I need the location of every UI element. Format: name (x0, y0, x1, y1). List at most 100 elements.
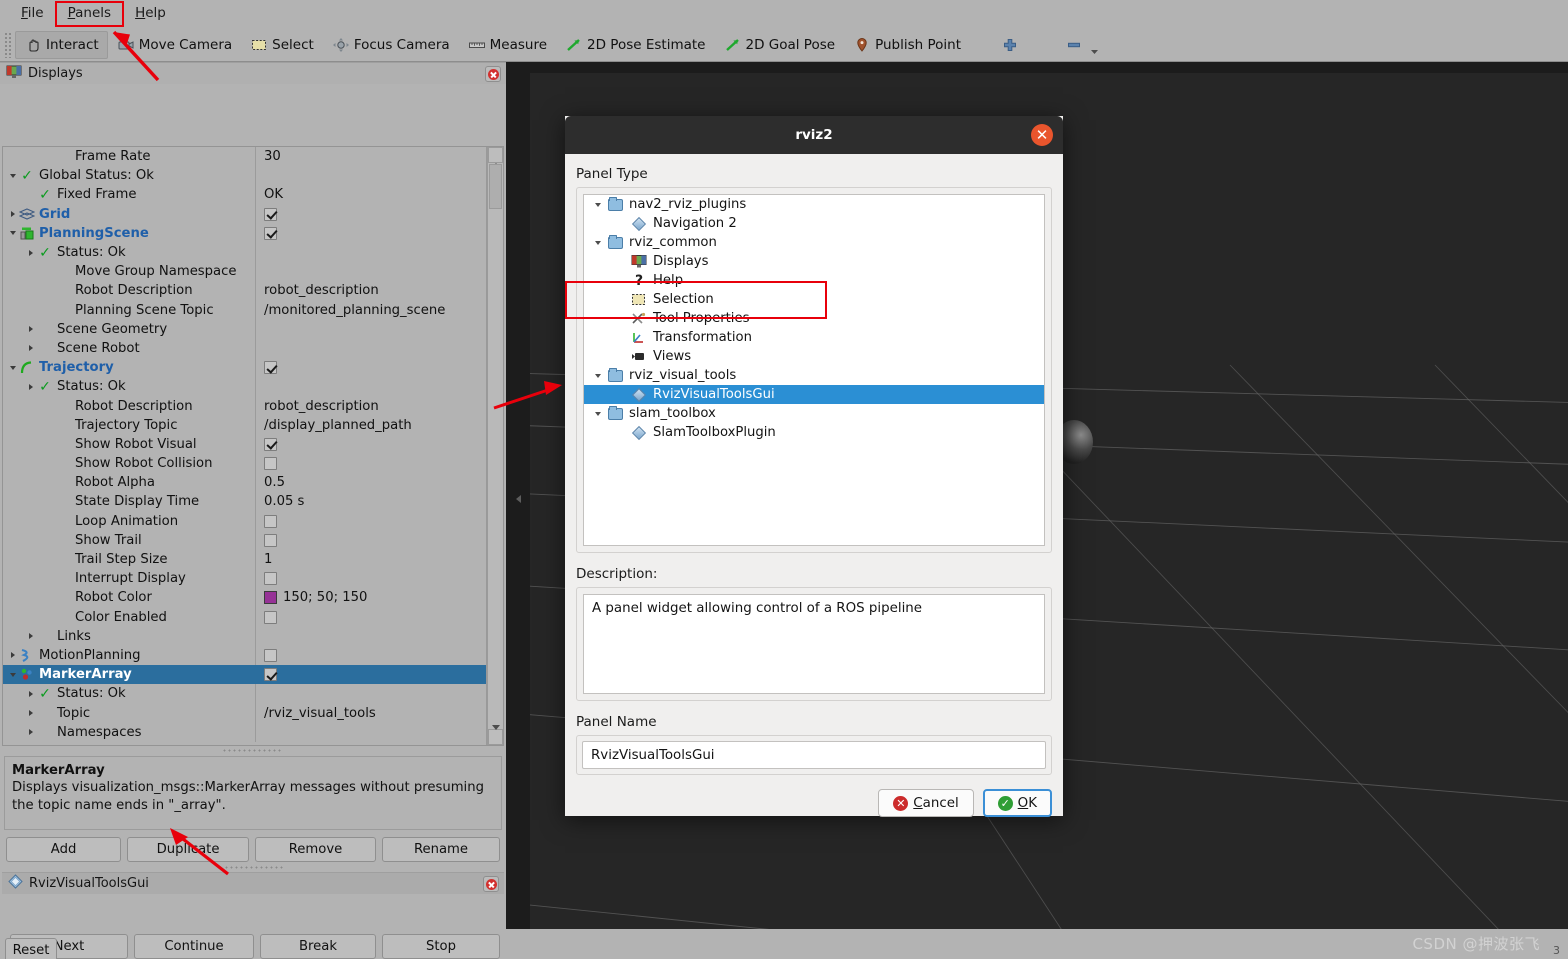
display-value-cell[interactable]: /display_planned_path (255, 415, 486, 435)
display-value-cell[interactable] (255, 262, 486, 282)
display-value-cell[interactable]: 0.05 s (255, 492, 486, 512)
break-button[interactable]: Break (260, 934, 376, 959)
scrollbar-thumb[interactable] (489, 164, 502, 209)
display-value-cell[interactable] (255, 511, 486, 531)
chevron-right-icon[interactable] (7, 205, 19, 224)
chevron-right-icon[interactable] (25, 339, 37, 358)
display-tree-row[interactable]: Interrupt Display (3, 569, 486, 589)
display-value-cell[interactable] (255, 645, 486, 666)
display-tree-row[interactable]: ✓ Status: Ok (3, 242, 486, 263)
chevron-right-icon[interactable] (25, 684, 37, 703)
tool-remove[interactable] (1056, 31, 1099, 59)
panel-type-row[interactable]: Views (584, 347, 1044, 366)
chevron-right-icon[interactable] (25, 243, 37, 262)
display-enable-checkbox[interactable] (264, 361, 277, 375)
display-tree-row[interactable]: Trail Step Size 1 (3, 549, 486, 570)
panel-splitter[interactable] (222, 748, 282, 754)
display-enable-checkbox[interactable] (264, 648, 277, 662)
display-tree-row[interactable]: Robot Alpha 0.5 (3, 473, 486, 493)
chevron-right-icon[interactable] (25, 320, 37, 339)
displays-tree-scrollbar[interactable] (487, 147, 503, 745)
chevron-down-icon[interactable] (7, 665, 19, 684)
stop-button[interactable]: Stop (382, 934, 500, 959)
dialog-titlebar[interactable]: rviz2 ✕ (565, 116, 1063, 154)
reset-button[interactable]: Reset (5, 938, 57, 959)
dock-splitter[interactable] (224, 865, 284, 871)
display-tree-row[interactable]: Loop Animation (3, 511, 486, 531)
panel-type-row[interactable]: rviz_common (584, 233, 1044, 252)
display-tree-row[interactable]: Namespaces (3, 722, 486, 742)
display-tree-row[interactable]: State Display Time 0.05 s (3, 492, 486, 512)
display-value-cell[interactable]: robot_description (255, 281, 486, 301)
display-value-cell[interactable] (255, 204, 486, 224)
panel-type-row[interactable]: rviz_visual_tools (584, 366, 1044, 385)
chevron-right-icon[interactable] (25, 703, 37, 722)
close-icon[interactable] (483, 876, 499, 892)
panel-type-tree[interactable]: nav2_rviz_plugins Navigation 2 rviz_common… (583, 194, 1045, 546)
display-value-cell[interactable]: /monitored_planning_scene (255, 300, 486, 320)
display-value-cell[interactable]: robot_description (255, 396, 486, 416)
display-tree-row[interactable]: Show Robot Visual (3, 434, 486, 454)
display-value-cell[interactable] (255, 684, 486, 704)
menu-file[interactable]: File (10, 3, 55, 25)
display-tree-row[interactable]: Grid (3, 204, 486, 224)
toolbar-grip[interactable] (4, 31, 13, 58)
display-tree-row[interactable]: PlanningScene (3, 223, 486, 243)
display-tree-row[interactable]: Robot Color 150; 50; 150 (3, 588, 486, 608)
dock-collapse-handle[interactable] (512, 490, 524, 508)
display-tree-row[interactable]: Robot Description robot_description (3, 396, 486, 416)
chevron-down-icon[interactable] (7, 358, 19, 377)
display-enable-checkbox[interactable] (264, 437, 277, 451)
display-tree-row[interactable]: Frame Rate 30 (3, 147, 486, 167)
tool-select[interactable]: Select (241, 31, 323, 59)
remove-button[interactable]: Remove (255, 837, 376, 862)
panel-type-row[interactable]: Selection (584, 290, 1044, 309)
display-enable-checkbox[interactable] (264, 572, 277, 586)
display-enable-checkbox[interactable] (264, 668, 277, 682)
display-value-cell[interactable]: /rviz_visual_tools (255, 703, 486, 723)
scroll-up-button[interactable] (488, 147, 503, 163)
display-value-cell[interactable] (255, 358, 486, 378)
chevron-down-icon[interactable] (7, 224, 19, 243)
display-value-cell[interactable] (255, 377, 486, 397)
display-value-cell[interactable] (255, 338, 486, 359)
chevron-right-icon[interactable] (25, 377, 37, 396)
panel-type-row-selected[interactable]: RvizVisualToolsGui (584, 385, 1044, 404)
chevron-right-icon[interactable] (7, 646, 19, 665)
display-value-cell[interactable] (255, 454, 486, 474)
scroll-down-button[interactable] (488, 729, 503, 745)
duplicate-button[interactable]: Duplicate (127, 837, 250, 862)
display-tree-row[interactable]: ✓ Status: Ok (3, 684, 486, 704)
display-enable-checkbox[interactable] (264, 533, 277, 547)
close-icon[interactable] (485, 66, 501, 82)
display-value-cell[interactable]: 30 (255, 147, 486, 167)
tool-move-camera[interactable]: Move Camera (108, 31, 241, 59)
display-value-cell[interactable] (255, 722, 486, 742)
tool-add[interactable] (992, 31, 1032, 59)
panel-type-row[interactable]: Transformation (584, 328, 1044, 347)
display-tree-row[interactable]: Trajectory Topic/display_planned_path (3, 415, 486, 435)
displays-tree[interactable]: Frame Rate 30 ✓ Global Status: Ok ✓ Fixed Fra… (3, 147, 487, 745)
display-tree-row[interactable]: Move Group Namespace (3, 262, 486, 282)
display-tree-row[interactable]: Color Enabled (3, 607, 486, 627)
panel-type-row[interactable]: ? Help (584, 271, 1044, 290)
add-button[interactable]: Add (6, 837, 122, 862)
display-value-cell[interactable] (255, 607, 486, 627)
tool-focus-camera[interactable]: Focus Camera (323, 31, 459, 59)
close-icon[interactable]: ✕ (1031, 124, 1053, 146)
display-tree-row[interactable]: ✓ Fixed Frame OK (3, 185, 486, 205)
display-value-cell[interactable] (255, 434, 486, 454)
display-value-cell[interactable]: 150; 50; 150 (255, 588, 486, 608)
display-value-cell[interactable]: 1 (255, 549, 486, 570)
tool-publish-point[interactable]: Publish Point (844, 31, 970, 59)
panel-type-row[interactable]: nav2_rviz_plugins (584, 195, 1044, 214)
display-tree-row[interactable]: Scene Geometry (3, 319, 486, 339)
display-enable-checkbox[interactable] (264, 514, 277, 528)
ok-button[interactable]: ✓ OK (982, 789, 1052, 817)
display-tree-row[interactable]: MarkerArray (3, 665, 486, 685)
color-swatch[interactable] (264, 591, 277, 605)
display-value-cell[interactable] (255, 223, 486, 243)
chevron-right-icon[interactable] (25, 723, 37, 742)
panel-name-input[interactable]: RvizVisualToolsGui (582, 741, 1046, 769)
tool-2d-goal-pose[interactable]: 2D Goal Pose (715, 31, 845, 59)
